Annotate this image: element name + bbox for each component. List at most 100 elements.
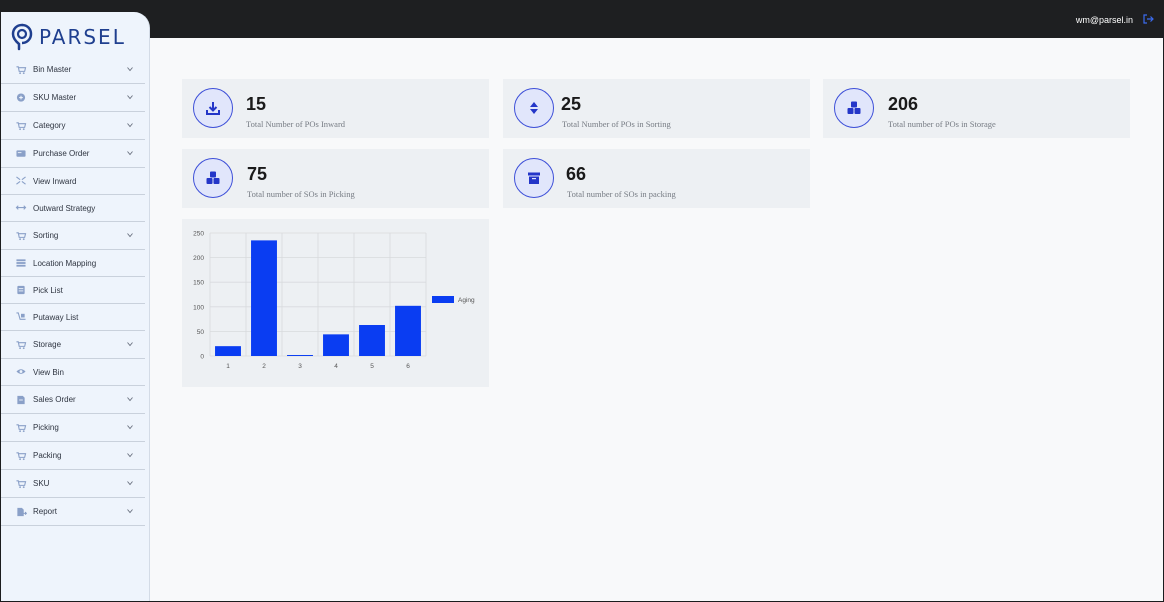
sidebar-item-report[interactable]: Report [1,498,145,526]
stat-card-sos-packing: 66 Total number of SOs in packing [503,149,810,208]
stat-value: 75 [247,164,268,184]
chevron-down-icon[interactable] [127,150,133,156]
boxes-icon [834,88,874,128]
sidebar-item-label: Picking [33,423,59,432]
stat-label: Total number of SOs in packing [567,189,676,199]
y-tick-label: 200 [193,255,204,262]
sidebar-item-packing[interactable]: Packing [1,442,145,470]
chevron-down-icon[interactable] [127,94,133,100]
legend-label: Aging [458,297,475,304]
stat-card-sos-picking: 75 Total number of SOs in Picking [182,149,489,208]
y-tick-label: 250 [193,231,204,238]
brand-logo[interactable]: PARSEL [11,22,126,52]
bar-3[interactable] [287,355,313,356]
stat-value: 206 [888,94,919,114]
y-tick-label: 0 [200,354,204,361]
chevron-down-icon[interactable] [127,396,133,402]
x-tick-label: 1 [226,363,230,370]
chevron-down-icon[interactable] [127,232,133,238]
sidebar-item-label: Purchase Order [33,149,90,158]
boxes-icon [193,158,233,198]
y-tick-label: 50 [197,329,205,336]
sidebar-item-picking[interactable]: Picking [1,414,145,442]
brand-name: PARSEL [39,25,126,49]
sidebar-item-label: View Bin [33,367,64,377]
sidebar-item-label: Location Mapping [33,258,97,268]
aging-chart-card: 0 50 100 150 200 250 1 2 3 4 5 6 Aging [182,219,489,387]
chevron-down-icon[interactable] [127,122,133,128]
sidebar-item-label: Sorting [33,231,59,240]
top-bar: wm@parsel.in [0,0,1164,38]
stat-label: Total Number of POs in Sorting [562,119,671,129]
sidebar-item-label: Category [33,121,66,130]
sidebar: PARSEL Bin Master SKU Master Category Purch… [1,12,150,601]
sidebar-menu: Bin Master SKU Master Category Purchase Ord… [1,56,145,526]
chevron-down-icon[interactable] [127,424,133,430]
cart-icon [16,340,27,349]
bar-4[interactable] [323,334,349,356]
report-icon [17,507,27,516]
sidebar-item-outward-strategy[interactable]: Outward Strategy [1,195,145,222]
stat-value: 15 [246,94,267,114]
stat-card-pos-storage: 206 Total number of POs in Storage [823,79,1130,138]
chevron-down-icon[interactable] [127,66,133,72]
chevron-down-icon[interactable] [127,508,133,514]
bar-1[interactable] [215,346,241,356]
archive-icon [514,158,554,198]
cart-icon [16,423,27,432]
arrows-horizontal-icon [15,205,27,210]
sidebar-item-view-bin[interactable]: View Bin [1,359,145,386]
sidebar-item-sku-master[interactable]: SKU Master [1,84,145,112]
sidebar-item-label: Pick List [33,285,63,295]
sidebar-item-label: Putaway List [33,312,79,322]
stat-card-pos-sorting: 25 Total Number of POs in Sorting [503,79,810,138]
sidebar-item-bin-master[interactable]: Bin Master [1,56,145,84]
sidebar-item-label: Packing [33,451,62,460]
user-email[interactable]: wm@parsel.in [1076,15,1133,25]
logout-icon[interactable] [1142,13,1154,25]
x-tick-label: 6 [406,363,410,370]
download-icon [193,88,233,128]
cart-icon [16,65,27,74]
cart-icon [16,231,27,240]
chevron-down-icon[interactable] [127,341,133,347]
sidebar-item-label: View Inward [33,176,77,186]
sidebar-item-storage[interactable]: Storage [1,331,145,359]
aging-bar-chart: 0 50 100 150 200 250 1 2 3 4 5 6 Aging [193,231,475,371]
stat-card-pos-inward: 15 Total Number of POs Inward [182,79,489,138]
sidebar-item-label: SKU [33,479,50,488]
bar-6[interactable] [395,305,421,356]
sidebar-item-sku[interactable]: SKU [1,470,145,498]
sidebar-item-label: Sales Order [33,395,76,404]
clipboard-icon [17,285,25,295]
bar-2[interactable] [251,240,277,356]
sidebar-item-label: Outward Strategy [33,203,96,213]
cart-icon [16,451,27,460]
sidebar-item-category[interactable]: Category [1,112,145,140]
stat-value: 25 [561,94,582,114]
sidebar-item-label: Bin Master [33,65,72,74]
legend-swatch [432,296,454,303]
sidebar-item-putaway-list[interactable]: Putaway List [1,304,145,331]
x-tick-label: 5 [370,363,374,370]
stat-value: 66 [566,164,587,184]
hand-truck-icon [16,312,26,320]
sidebar-item-view-inward[interactable]: View Inward [1,168,145,195]
plus-circle-icon [16,92,26,102]
chevron-down-icon[interactable] [127,480,133,486]
cart-icon [16,121,27,130]
cart-icon [16,479,27,488]
sidebar-item-purchase-order[interactable]: Purchase Order [1,140,145,168]
sidebar-item-pick-list[interactable]: Pick List [1,277,145,304]
bar-5[interactable] [359,325,385,356]
layers-icon [16,259,26,267]
x-tick-label: 4 [334,363,338,370]
chevron-down-icon[interactable] [127,452,133,458]
sort-icon [514,88,554,128]
stat-label: Total Number of POs Inward [246,119,346,129]
sidebar-item-label: Storage [33,340,62,349]
sidebar-item-location-mapping[interactable]: Location Mapping [1,250,145,277]
eye-icon [16,369,26,374]
sidebar-item-sales-order[interactable]: Sales Order [1,386,145,414]
sidebar-item-sorting[interactable]: Sorting [1,222,145,250]
